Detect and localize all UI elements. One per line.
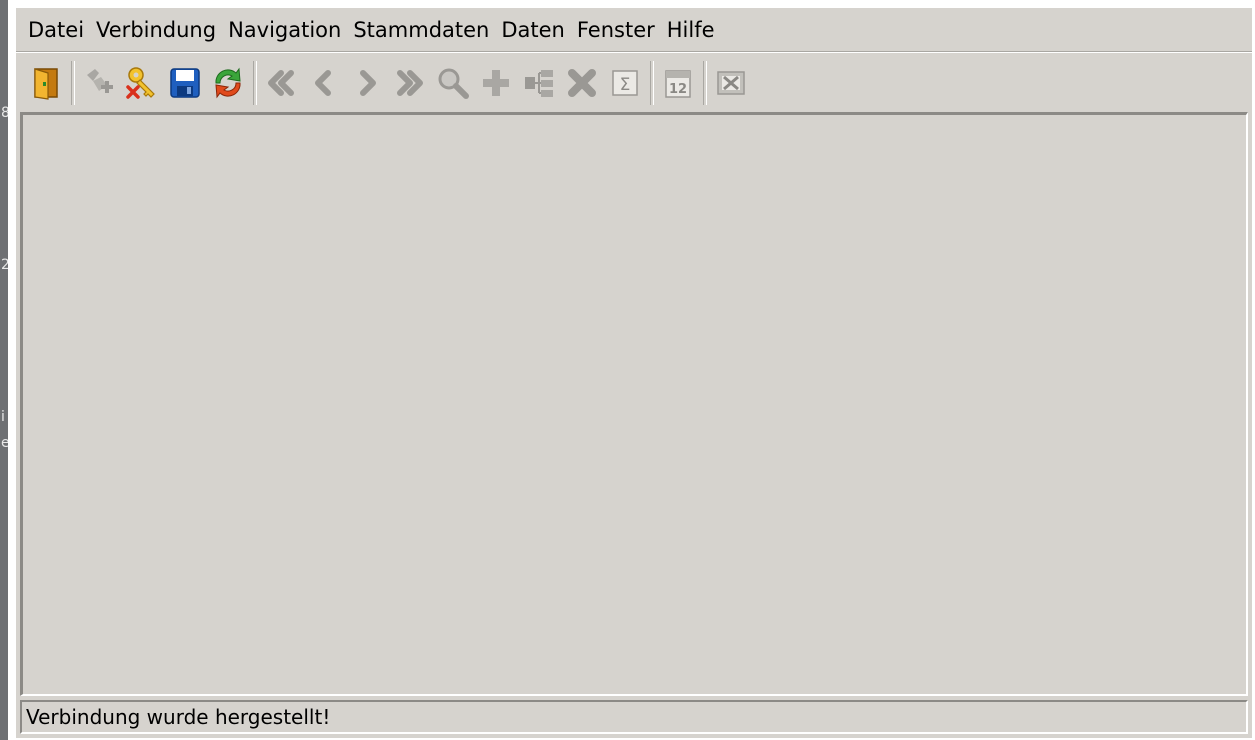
add-record-button[interactable] [476,63,516,103]
refresh-icon [215,67,241,99]
svg-text:Σ: Σ [620,75,631,95]
exit-button[interactable] [26,63,66,103]
status-message: Verbindung wurde hergestellt! [26,705,331,729]
toolbar-separator [703,61,707,105]
application-window: Datei Verbindung Navigation Stammdaten D… [16,8,1252,738]
next-record-button[interactable] [347,63,387,103]
disconnect-button[interactable] [122,63,162,103]
first-record-icon [268,70,294,96]
delete-record-icon [568,69,596,97]
toolbar-separator [253,61,257,105]
excel-export-button[interactable] [711,63,751,103]
connect-plug-icon [87,69,113,93]
main-content-area [20,112,1248,696]
calendar-button[interactable]: 12 [658,63,698,103]
previous-record-icon [315,70,331,96]
menu-fenster[interactable]: Fenster [573,18,663,42]
toolbar-separator [650,61,654,105]
delete-record-button[interactable] [562,63,602,103]
menu-stammdaten[interactable]: Stammdaten [349,18,497,42]
refresh-button[interactable] [208,63,248,103]
save-button[interactable] [165,63,205,103]
calendar-icon: 12 [665,70,691,98]
toolbar-separator [71,61,75,105]
sum-icon: Σ [612,70,638,96]
exit-door-icon [34,68,58,100]
svg-text:12: 12 [669,82,687,97]
next-record-icon [360,70,376,96]
last-record-icon [397,70,423,96]
menu-datei[interactable]: Datei [24,18,92,42]
previous-record-button[interactable] [304,63,344,103]
hierarchy-button[interactable] [519,63,559,103]
status-bar: Verbindung wurde hergestellt! [20,700,1248,734]
disconnect-key-icon [126,67,155,99]
menu-verbindung[interactable]: Verbindung [92,18,224,42]
menu-hilfe[interactable]: Hilfe [663,18,723,42]
hierarchy-icon [525,70,553,97]
sum-button[interactable]: Σ [605,63,645,103]
save-disk-icon [170,68,200,98]
search-button[interactable] [433,63,473,103]
background-text-fragment: i [1,409,5,425]
window-gap [8,0,16,740]
connect-button[interactable] [79,63,119,103]
menu-navigation[interactable]: Navigation [224,18,349,42]
last-record-button[interactable] [390,63,430,103]
search-icon [438,68,469,99]
menu-bar: Datei Verbindung Navigation Stammdaten D… [16,8,1252,53]
excel-export-icon [717,71,745,95]
toolbar: Σ 12 [16,54,1252,112]
first-record-button[interactable] [261,63,301,103]
add-record-icon [483,70,509,96]
background-window-edge: 8 2 i e [0,0,10,740]
menu-daten[interactable]: Daten [497,18,573,42]
